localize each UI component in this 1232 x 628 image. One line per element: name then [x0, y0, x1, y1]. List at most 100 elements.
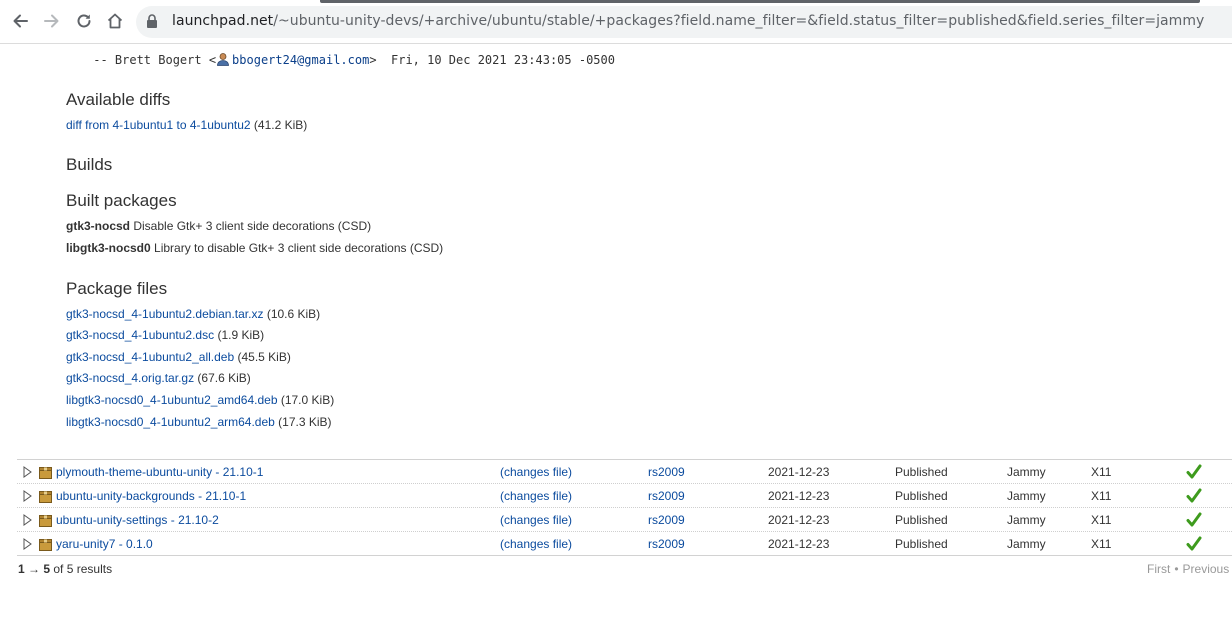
- uploader-link[interactable]: rs2009: [648, 465, 685, 479]
- results-of: of: [50, 562, 67, 576]
- section-text: X11: [1091, 465, 1112, 479]
- signature-suffix: > Fri, 10 Dec 2021 23:43:05 -0500: [369, 53, 615, 67]
- changes-file-link[interactable]: (changes file): [500, 537, 572, 551]
- changes-file-link[interactable]: (changes file): [500, 465, 572, 479]
- expand-triangle-icon[interactable]: [23, 490, 32, 505]
- diff-link[interactable]: diff from 4-1ubuntu1 to 4-1ubuntu2: [66, 118, 251, 132]
- package-file-link[interactable]: gtk3-nocsd_4-1ubuntu2.dsc: [66, 328, 214, 342]
- package-file-link[interactable]: gtk3-nocsd_4.orig.tar.gz: [66, 371, 194, 385]
- package-name-link[interactable]: yaru-unity7 - 0.1.0: [56, 537, 153, 551]
- package-file-link[interactable]: libgtk3-nocsd0_4-1ubuntu2_amd64.deb: [66, 393, 278, 407]
- package-file-link[interactable]: gtk3-nocsd_4-1ubuntu2.debian.tar.xz: [66, 307, 263, 321]
- package-file-item: gtk3-nocsd_4-1ubuntu2_all.deb (45.5 KiB): [66, 350, 291, 364]
- changes-file-link[interactable]: (changes file): [500, 513, 572, 527]
- uploader-link[interactable]: rs2009: [648, 513, 685, 527]
- signature-prefix: -- Brett Bogert <: [86, 53, 217, 67]
- package-name-link[interactable]: plymouth-theme-ubuntu-unity - 21.10-1: [56, 465, 263, 479]
- email-link[interactable]: bbogert24@gmail.com: [232, 53, 369, 67]
- home-icon: [107, 13, 123, 29]
- table-row: plymouth-theme-ubuntu-unity - 21.10-1 (c…: [17, 460, 1232, 484]
- section-text: X11: [1091, 489, 1112, 503]
- changelog-signature: -- Brett Bogert < bbogert24@gmail.com> Fr…: [86, 52, 615, 69]
- package-file-size: (17.3 KiB): [274, 415, 332, 429]
- series-text: Jammy: [1007, 465, 1046, 479]
- reload-icon: [77, 14, 91, 28]
- series-text: Jammy: [1007, 513, 1046, 527]
- lock-icon: [146, 14, 158, 33]
- checkmark-icon: [1186, 536, 1202, 555]
- arrow-left-icon: [13, 14, 28, 28]
- package-icon: [39, 490, 52, 506]
- back-button[interactable]: [9, 10, 31, 32]
- package-name-link[interactable]: ubuntu-unity-settings - 21.10-2: [56, 513, 219, 527]
- uploader-link[interactable]: rs2009: [648, 489, 685, 503]
- available-diffs-heading: Available diffs: [66, 90, 171, 109]
- table-row: ubuntu-unity-settings - 21.10-2 (changes…: [17, 508, 1232, 532]
- package-file-size: (67.6 KiB): [194, 371, 251, 385]
- packages-table: plymouth-theme-ubuntu-unity - 21.10-1 (c…: [17, 459, 1232, 556]
- status-text: Published: [895, 513, 948, 527]
- package-file-item: gtk3-nocsd_4.orig.tar.gz (67.6 KiB): [66, 371, 251, 385]
- package-file-size: (45.5 KiB): [234, 350, 291, 364]
- uploader-link[interactable]: rs2009: [648, 537, 685, 551]
- expand-triangle-icon[interactable]: [23, 538, 32, 553]
- address-bar[interactable]: launchpad.net/~ubuntu-unity-devs/+archiv…: [136, 6, 1232, 38]
- upload-date: 2021-12-23: [768, 513, 830, 527]
- window-edge: [320, 0, 1200, 3]
- checkmark-icon: [1186, 488, 1202, 507]
- expand-triangle-icon[interactable]: [23, 466, 32, 481]
- built-package-name: libgtk3-nocsd0: [66, 241, 151, 255]
- built-packages-heading: Built packages: [66, 191, 177, 210]
- package-file-item: libgtk3-nocsd0_4-1ubuntu2_amd64.deb (17.…: [66, 393, 334, 407]
- expand-triangle-icon[interactable]: [23, 514, 32, 529]
- section-text: X11: [1091, 537, 1112, 551]
- arrow-right-icon: [44, 14, 59, 28]
- series-text: Jammy: [1007, 489, 1046, 503]
- changes-file-link[interactable]: (changes file): [500, 489, 572, 503]
- results-suffix: results: [73, 562, 113, 576]
- built-package-desc: Library to disable Gtk+ 3 client side de…: [150, 241, 444, 255]
- package-icon: [39, 466, 52, 482]
- package-file-size: (1.9 KiB): [214, 328, 265, 342]
- table-row: ubuntu-unity-backgrounds - 21.10-1 (chan…: [17, 484, 1232, 508]
- package-file-link[interactable]: libgtk3-nocsd0_4-1ubuntu2_arm64.deb: [66, 415, 275, 429]
- home-button[interactable]: [104, 10, 126, 32]
- upload-date: 2021-12-23: [768, 465, 830, 479]
- browser-toolbar: launchpad.net/~ubuntu-unity-devs/+archiv…: [0, 0, 1232, 44]
- package-files-heading: Package files: [66, 279, 168, 298]
- section-text: X11: [1091, 513, 1112, 527]
- pager-separator: •: [1174, 562, 1179, 576]
- status-text: Published: [895, 537, 948, 551]
- upload-date: 2021-12-23: [768, 489, 830, 503]
- upload-date: 2021-12-23: [768, 537, 830, 551]
- forward-button[interactable]: [41, 10, 63, 32]
- pager-previous: Previous: [1182, 562, 1230, 576]
- results-start: 1: [18, 562, 25, 576]
- status-text: Published: [895, 465, 948, 479]
- package-icon: [39, 514, 52, 530]
- person-icon: [216, 52, 230, 69]
- checkmark-icon: [1186, 512, 1202, 531]
- pager-first: First: [1147, 562, 1171, 576]
- builds-heading: Builds: [66, 155, 113, 174]
- url-path: /~ubuntu-unity-devs/+archive/ubuntu/stab…: [273, 13, 1205, 29]
- package-file-item: libgtk3-nocsd0_4-1ubuntu2_arm64.deb (17.…: [66, 415, 332, 429]
- package-name-link[interactable]: ubuntu-unity-backgrounds - 21.10-1: [56, 489, 246, 503]
- built-package-name: gtk3-nocsd: [66, 219, 131, 233]
- table-row: yaru-unity7 - 0.1.0 (changes file) rs200…: [17, 532, 1232, 556]
- package-icon: [39, 538, 52, 554]
- package-file-link[interactable]: gtk3-nocsd_4-1ubuntu2_all.deb: [66, 350, 234, 364]
- diff-line: diff from 4-1ubuntu1 to 4-1ubuntu2 (41.2…: [66, 118, 307, 132]
- pagination: First • Previous: [1147, 562, 1229, 576]
- diff-size: (41.2 KiB): [250, 118, 308, 132]
- package-file-size: (10.6 KiB): [263, 307, 321, 321]
- package-file-item: gtk3-nocsd_4-1ubuntu2.dsc (1.9 KiB): [66, 328, 264, 342]
- series-text: Jammy: [1007, 537, 1046, 551]
- checkmark-icon: [1186, 464, 1202, 483]
- built-package-desc: Disable Gtk+ 3 client side decorations (…: [130, 219, 372, 233]
- reload-button[interactable]: [73, 10, 95, 32]
- results-arrow: →: [24, 562, 44, 576]
- results-count: 1 → 5 of 5 results: [18, 562, 112, 576]
- url-text: launchpad.net/~ubuntu-unity-devs/+archiv…: [172, 13, 1204, 29]
- url-host: launchpad.net: [172, 13, 274, 29]
